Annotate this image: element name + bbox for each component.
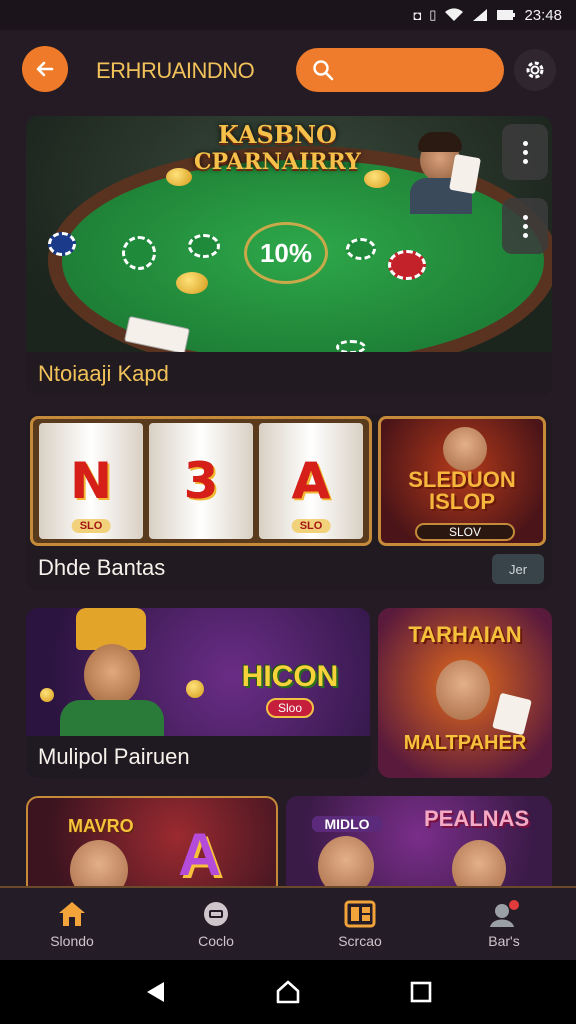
promo-title: TARHAIAN: [408, 622, 522, 647]
playing-cards: [492, 692, 532, 736]
reel-tag: SLO: [71, 519, 111, 533]
battery-icon: [497, 10, 516, 20]
search-icon: [313, 60, 334, 81]
reel-symbol: A: [291, 452, 331, 510]
home-icon: [55, 899, 89, 929]
slots-card-label: Dhde Bantas: [38, 555, 166, 580]
bottom-navigation: Slondo Coclo Scrcao Bar's: [0, 886, 576, 960]
reel-symbol: 3: [183, 452, 219, 510]
chip-icon: [122, 236, 156, 270]
app-title: ERHRUAINDNO: [96, 58, 255, 83]
nav-label: Scrcao: [338, 933, 382, 949]
cards-icon: [199, 899, 233, 929]
nav-item-profile[interactable]: Bar's: [432, 888, 576, 960]
slot-promo-title: SLEDUON ISLOP: [408, 467, 516, 514]
nav-label: Coclo: [198, 933, 234, 949]
search-bar[interactable]: [296, 48, 504, 92]
chip-icon: [346, 238, 376, 260]
coin-icon: [364, 170, 390, 188]
back-button[interactable]: [22, 46, 68, 92]
featured-card-footer: Ntoiaaji Kapd: [26, 352, 552, 396]
multiplayer-card-label: Mulipol Pairuen: [38, 744, 190, 769]
system-back-icon[interactable]: [144, 980, 166, 1004]
poker-title-line2: CPARNAIRRY: [194, 149, 361, 175]
chip-icon: [48, 232, 76, 256]
wifi-icon: [445, 8, 464, 21]
coin-icon: [176, 272, 208, 294]
character-face: [436, 660, 490, 720]
slot-reel: A SLO: [259, 423, 363, 539]
status-bar: ◘ ▯ 23:48: [0, 0, 576, 30]
grid-icon: [343, 899, 377, 929]
game-logo-badge: Sloo: [265, 698, 315, 718]
signal-icon: [473, 9, 488, 21]
settings-button[interactable]: [514, 49, 556, 91]
game-logo: HICON Sloo: [224, 650, 356, 722]
clock: 23:48: [524, 6, 562, 24]
coin-icon: [166, 168, 192, 186]
game-tile-symbol: A: [178, 821, 222, 888]
top-bar: ERHRUAINDNO: [0, 38, 576, 102]
profile-icon: [487, 899, 521, 929]
multiplayer-card[interactable]: HICON Sloo Mulipol Pairuen: [26, 608, 370, 778]
character-face: [443, 427, 487, 471]
slot-promo-tile[interactable]: SLEDUON ISLOP SLOV: [378, 416, 546, 546]
system-navigation-bar: [0, 960, 576, 1024]
gear-icon: [526, 61, 544, 79]
character-avatar: [46, 608, 176, 740]
slot-promo-button[interactable]: SLOV: [415, 523, 515, 541]
slots-card-footer: Dhde Bantas: [26, 546, 552, 590]
search-input[interactable]: [342, 61, 492, 79]
game-tile-title: PEALNAS: [424, 806, 530, 831]
game-tile[interactable]: MAVRO A: [26, 796, 278, 896]
bet-button[interactable]: Jer: [492, 554, 544, 584]
coin-icon: [186, 680, 204, 698]
notification-icon: ◘: [413, 7, 422, 23]
nav-label: Bar's: [488, 933, 520, 949]
reel-tag: SLO: [291, 519, 331, 533]
multiplayer-promo-tile[interactable]: TARHAIAN MALTPAHER: [378, 608, 552, 778]
sim-icon: ▯: [429, 7, 437, 22]
chip-icon: [188, 234, 220, 258]
chip-icon: [388, 250, 426, 280]
system-recents-icon[interactable]: [410, 981, 432, 1003]
slot-reel: 3: [149, 423, 253, 539]
poker-title: KASBNO CPARNAIRRY: [194, 120, 361, 175]
coin-icon: [40, 688, 54, 702]
more-options-button[interactable]: [502, 124, 548, 180]
nav-item-cards[interactable]: Coclo: [144, 888, 288, 960]
nav-label: Slondo: [50, 933, 94, 949]
featured-card-label: Ntoiaaji Kapd: [38, 361, 169, 386]
pot-indicator: 10%: [244, 222, 328, 284]
poker-title-line1: KASBNO: [217, 120, 337, 149]
game-tile-title: MAVRO: [68, 816, 134, 836]
slot-reel: N SLO: [39, 423, 143, 539]
dealer-avatar: [406, 128, 481, 214]
slot-machine[interactable]: N SLO 3 A SLO: [30, 416, 372, 546]
slots-card[interactable]: N SLO 3 A SLO SLEDUON ISLOP SLOV Dhde Ba…: [26, 414, 552, 590]
nav-item-grid[interactable]: Scrcao: [288, 888, 432, 960]
game-tile-badge: MIDLO: [312, 816, 382, 832]
system-home-icon[interactable]: [275, 979, 301, 1005]
multiplayer-card-footer: Mulipol Pairuen: [26, 736, 370, 778]
featured-poker-card[interactable]: KASBNO CPARNAIRRY 10% Ntoiaaji Kapd: [26, 116, 552, 396]
game-logo-text: HICON: [241, 660, 339, 693]
game-tile[interactable]: MIDLO PEALNAS: [286, 796, 552, 896]
reel-symbol: N: [70, 452, 112, 510]
more-options-button[interactable]: [502, 198, 548, 254]
nav-item-home[interactable]: Slondo: [0, 888, 144, 960]
promo-subtitle: MALTPAHER: [403, 732, 527, 754]
arrow-left-icon: [36, 61, 54, 77]
